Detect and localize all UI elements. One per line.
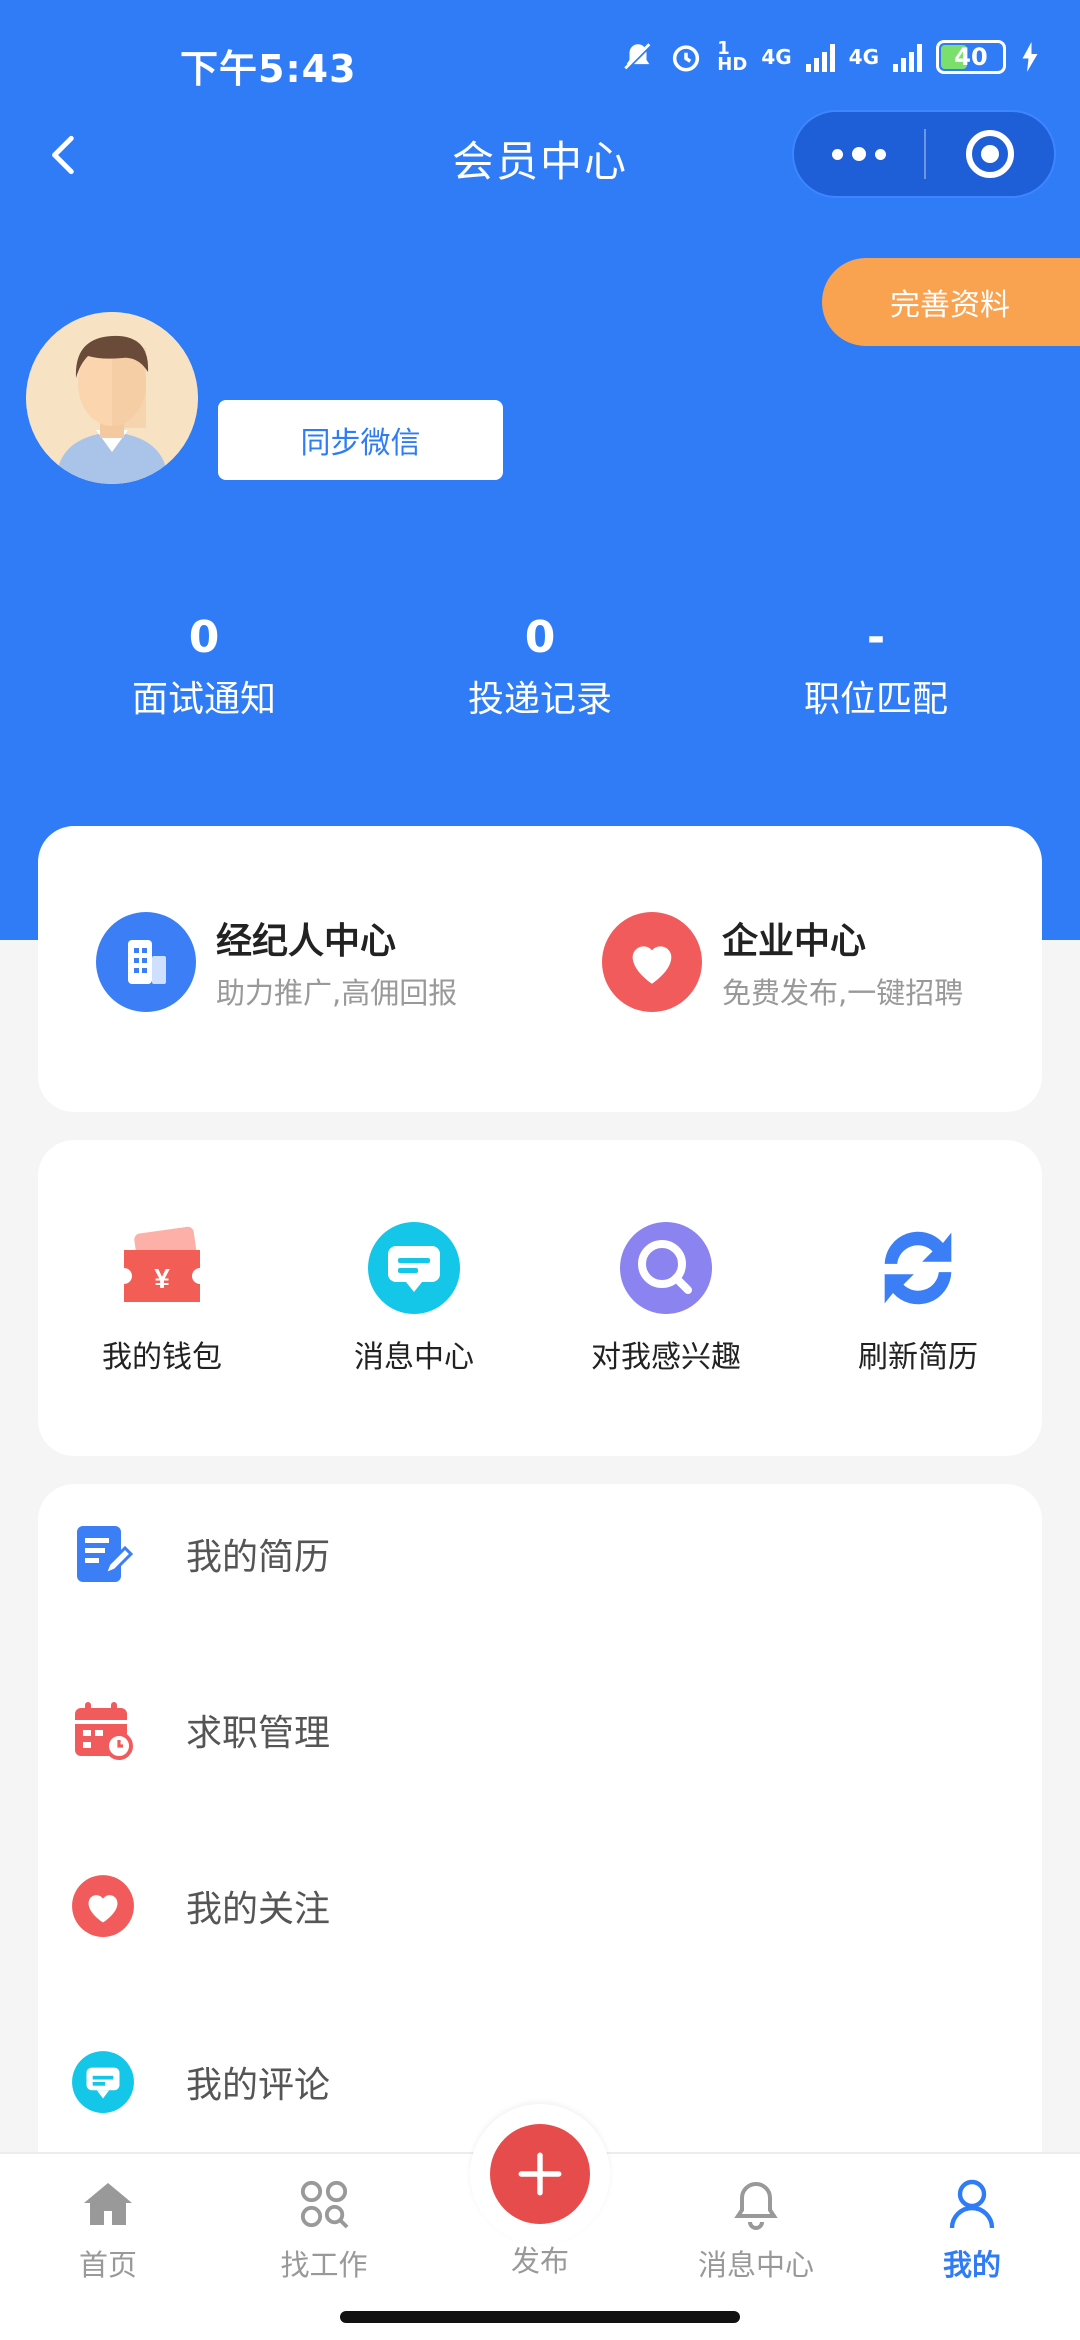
portal-title: 企业中心 xyxy=(722,921,867,962)
network-label: 4G xyxy=(761,45,792,69)
grid-search-icon xyxy=(294,2174,354,2234)
tab-label: 我的 xyxy=(942,2248,1001,2282)
tab-label: 消息中心 xyxy=(697,2248,814,2282)
battery-icon: 40 xyxy=(936,40,1006,74)
menu-item-resume[interactable]: 我的简历 xyxy=(68,1504,1008,1604)
publish-button[interactable] xyxy=(490,2124,590,2224)
home-indicator xyxy=(340,2311,740,2323)
miniprogram-capsule xyxy=(792,110,1056,198)
stat-value: - xyxy=(866,612,886,663)
interested-in-me-button[interactable]: 对我感兴趣 xyxy=(566,1218,766,1376)
stat-value: 0 xyxy=(524,612,556,663)
refresh-resume-button[interactable]: 刷新简历 xyxy=(818,1218,1018,1376)
quick-action-label: 对我感兴趣 xyxy=(591,1340,741,1375)
search-icon xyxy=(616,1218,716,1318)
quick-actions-card: ¥ 我的钱包 消息中心 对我感兴趣 刷新简历 xyxy=(38,1140,1042,1456)
enterprise-center-link[interactable]: 企业中心 免费发布,一键招聘 xyxy=(602,912,963,1012)
portal-subtitle: 助力推广,高佣回报 xyxy=(216,976,458,1010)
comment-icon xyxy=(68,2047,138,2117)
portal-card: 经纪人中心 助力推广,高佣回报 企业中心 免费发布,一键招聘 xyxy=(38,826,1042,1112)
hd-icon: 1 HD xyxy=(717,38,748,75)
avatar-icon xyxy=(26,312,198,484)
menu-item-job-management[interactable]: 求职管理 xyxy=(68,1680,1008,1780)
building-icon xyxy=(96,912,196,1012)
tab-find-job[interactable]: 找工作 xyxy=(234,2174,414,2284)
quick-action-label: 我的钱包 xyxy=(102,1340,222,1375)
signal-icon-2 xyxy=(893,42,922,72)
stat-interview[interactable]: 0 面试通知 xyxy=(74,610,334,722)
charging-icon xyxy=(1022,42,1038,72)
publish-button-wrap xyxy=(470,2104,610,2244)
svg-text:¥: ¥ xyxy=(154,1263,170,1294)
stats-row: 0 面试通知 0 投递记录 - 职位匹配 xyxy=(0,610,1080,730)
status-icons: 1 HD 4G 4G 40 xyxy=(621,40,1040,74)
bell-icon xyxy=(726,2174,786,2234)
tab-mine[interactable]: 我的 xyxy=(882,2174,1062,2284)
status-bar: 下午5:43 1 HD 4G 4G 40 xyxy=(0,0,1080,120)
mute-bell-icon xyxy=(624,42,653,72)
stat-label: 面试通知 xyxy=(131,679,276,720)
menu-item-label: 我的评论 xyxy=(186,2065,331,2106)
more-button[interactable] xyxy=(794,112,924,196)
sync-wechat-button[interactable]: 同步微信 xyxy=(218,400,503,480)
portal-subtitle: 免费发布,一键招聘 xyxy=(722,976,964,1010)
heart-icon xyxy=(602,912,702,1012)
more-dot-icon xyxy=(852,147,866,161)
tab-home[interactable]: 首页 xyxy=(18,2174,198,2284)
wallet-button[interactable]: ¥ 我的钱包 xyxy=(62,1218,262,1376)
calendar-icon xyxy=(68,1695,138,1765)
menu-item-follows[interactable]: 我的关注 xyxy=(68,1856,1008,1956)
menu-item-label: 我的简历 xyxy=(186,1537,331,1578)
tab-publish-label: 发布 xyxy=(510,2244,569,2278)
tab-label: 找工作 xyxy=(280,2248,368,2282)
menu-item-label: 求职管理 xyxy=(186,1713,331,1754)
quick-action-label: 消息中心 xyxy=(354,1340,474,1375)
stat-match[interactable]: - 职位匹配 xyxy=(746,610,1006,722)
tab-messages[interactable]: 消息中心 xyxy=(666,2174,846,2284)
network-label-2: 4G xyxy=(848,45,879,69)
target-icon xyxy=(966,130,1014,178)
stat-value: 0 xyxy=(188,612,220,663)
heart-icon xyxy=(68,1871,138,1941)
portal-title: 经纪人中心 xyxy=(216,921,397,962)
quick-action-label: 刷新简历 xyxy=(858,1340,978,1375)
broker-center-link[interactable]: 经纪人中心 助力推广,高佣回报 xyxy=(96,912,457,1012)
close-miniprogram-button[interactable] xyxy=(926,130,1054,178)
home-icon xyxy=(78,2174,138,2234)
resume-icon xyxy=(68,1519,138,1589)
nav-bar: 会员中心 xyxy=(0,110,1080,200)
message-center-button[interactable]: 消息中心 xyxy=(314,1218,514,1376)
avatar[interactable] xyxy=(26,312,198,484)
stat-applications[interactable]: 0 投递记录 xyxy=(410,610,670,722)
more-dot-icon xyxy=(832,148,843,160)
refresh-icon xyxy=(868,1218,968,1318)
stat-label: 投递记录 xyxy=(467,679,612,720)
status-time: 下午5:43 xyxy=(180,47,357,91)
tab-label: 首页 xyxy=(78,2248,137,2282)
menu-item-label: 我的关注 xyxy=(186,1889,331,1930)
plus-icon xyxy=(518,2152,562,2196)
wallet-icon: ¥ xyxy=(112,1218,212,1318)
message-icon xyxy=(364,1218,464,1318)
more-dot-icon xyxy=(875,148,886,160)
alarm-icon xyxy=(673,45,700,72)
signal-icon xyxy=(805,42,835,72)
user-icon xyxy=(942,2174,1002,2234)
stat-label: 职位匹配 xyxy=(803,679,948,720)
complete-profile-button[interactable]: 完善资料 xyxy=(822,258,1080,346)
